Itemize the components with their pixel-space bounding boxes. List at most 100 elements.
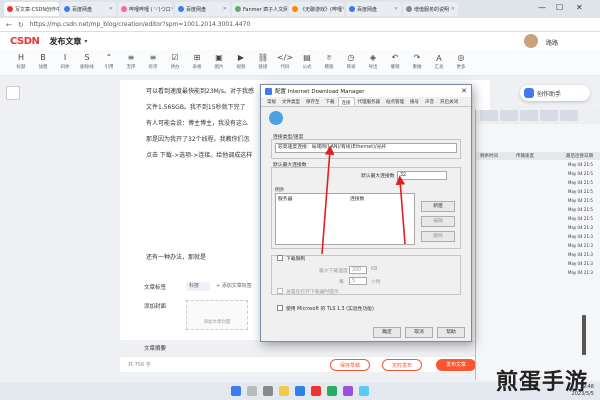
dialog-tab[interactable]: 站点管理 bbox=[383, 97, 407, 106]
minimize-icon[interactable]: — bbox=[538, 3, 546, 12]
speed-limit-checkbox[interactable] bbox=[277, 255, 283, 261]
toolbar-button[interactable]: ↶ 撤销 bbox=[384, 50, 406, 75]
toolbar-button[interactable]: ⊞ 表格 bbox=[186, 50, 208, 75]
browser-tab[interactable]: 百度网盘 ✕ bbox=[346, 2, 401, 16]
tab-close-icon[interactable]: ✕ bbox=[394, 6, 398, 12]
maximize-icon[interactable]: ☐ bbox=[556, 3, 563, 12]
app-icon[interactable] bbox=[311, 386, 321, 396]
tab-close-icon[interactable]: ✕ bbox=[171, 6, 173, 12]
tag-chip[interactable]: 科技 bbox=[186, 282, 210, 291]
toolbar-button[interactable]: H 标题 bbox=[10, 50, 32, 75]
taskview-icon[interactable] bbox=[263, 386, 273, 396]
dialog-tab[interactable]: 下载 bbox=[323, 97, 338, 106]
list-item[interactable]: May 04 21:5 bbox=[568, 180, 593, 185]
col-remaining[interactable]: 剩余时间 bbox=[480, 153, 498, 159]
close-icon[interactable]: ✕ bbox=[461, 87, 467, 95]
ok-button[interactable]: 确定 bbox=[373, 327, 401, 338]
edit-button[interactable]: 编辑 bbox=[421, 216, 455, 227]
cancel-button[interactable]: 取消 bbox=[405, 327, 433, 338]
list-item[interactable]: May 04 21:5 bbox=[568, 207, 593, 212]
browser-tab[interactable]: 百度网盘 ✕ bbox=[175, 2, 230, 16]
toolbar-button[interactable]: I 斜体 bbox=[54, 50, 76, 75]
every-input[interactable]: 5 bbox=[349, 277, 367, 285]
avatar[interactable] bbox=[524, 34, 538, 48]
toolbar-button[interactable]: ⌾ 模版 bbox=[318, 50, 340, 75]
dialog-tab[interactable]: 文件类型 bbox=[279, 97, 303, 106]
address-bar[interactable]: ← ↻ https://mp.csdn.net/mp_blog/creation… bbox=[0, 18, 600, 32]
refresh-icon[interactable]: ↻ bbox=[18, 21, 24, 29]
start-icon[interactable] bbox=[231, 386, 241, 396]
chevron-down-icon[interactable]: ▾ bbox=[84, 38, 87, 45]
toolbar-button[interactable]: ▤ 公式 bbox=[296, 50, 318, 75]
edge-icon[interactable] bbox=[295, 386, 305, 396]
list-item[interactable]: May 04 21:5 bbox=[568, 216, 593, 221]
list-item[interactable]: May 04 21:3 bbox=[568, 234, 593, 239]
toolbar-button[interactable]: ◈ 导出 bbox=[362, 50, 384, 75]
list-item[interactable]: May 04 21:5 bbox=[568, 171, 593, 176]
toolbar-button[interactable]: </> 代码 bbox=[274, 50, 296, 75]
limit-rate-input[interactable]: 200 bbox=[349, 266, 367, 274]
dialog-tab[interactable]: 保存至 bbox=[303, 97, 323, 106]
explorer-icon[interactable] bbox=[279, 386, 289, 396]
ai-helper-button[interactable]: 创作助手 bbox=[520, 85, 590, 101]
dialog-tab[interactable]: 开启关闭 bbox=[437, 97, 461, 106]
dialog-tab[interactable]: 声音 bbox=[422, 97, 437, 106]
tls-checkbox[interactable] bbox=[277, 305, 283, 311]
toolbar-button[interactable]: ▣ 图片 bbox=[208, 50, 230, 75]
idm-taskbar-icon[interactable] bbox=[327, 386, 337, 396]
toolbar-button[interactable]: ⛓ 链接 bbox=[252, 50, 274, 75]
toolbar-button[interactable]: ◷ 目录 bbox=[340, 50, 362, 75]
toolbar-button[interactable]: ☑ 待办 bbox=[164, 50, 186, 75]
list-item[interactable]: May 04 21:5 bbox=[568, 189, 593, 194]
max-conn-select[interactable]: 32 bbox=[397, 171, 447, 180]
browser-tab[interactable]: 百度网盘 ✕ bbox=[61, 2, 116, 16]
dialog-tab[interactable]: 拨号 bbox=[407, 97, 422, 106]
new-button[interactable]: 新建 bbox=[421, 201, 455, 212]
timed-publish-button[interactable]: 定时发布 bbox=[382, 359, 422, 371]
list-item[interactable]: May 04 21:3 bbox=[568, 270, 593, 275]
list-item[interactable]: May 04 21:3 bbox=[568, 243, 593, 248]
tab-close-icon[interactable]: ✕ bbox=[109, 6, 113, 12]
toolbar-button[interactable]: B 加粗 bbox=[32, 50, 54, 75]
col-last-date[interactable]: 最后连接日期 bbox=[566, 153, 593, 159]
url-text[interactable]: https://mp.csdn.net/mp_blog/creation/edi… bbox=[30, 21, 250, 28]
browser-tab[interactable]: 写文章-CSDN创作中心✕ bbox=[4, 2, 59, 16]
dialog-tab[interactable]: 代理服务器 bbox=[355, 97, 384, 106]
toolbar-button[interactable]: Ａ 汇总 bbox=[428, 50, 450, 75]
dialog-tab[interactable]: 连接 bbox=[337, 97, 355, 106]
help-button[interactable]: 帮助 bbox=[437, 327, 465, 338]
app-icon[interactable] bbox=[359, 386, 369, 396]
toolbar-button[interactable]: ↷ 重做 bbox=[406, 50, 428, 75]
username[interactable]: 路路 bbox=[546, 38, 558, 47]
scrollbar[interactable] bbox=[582, 315, 586, 355]
toolbar-button[interactable]: ≡ 无序 bbox=[120, 50, 142, 75]
browser-tab[interactable]: 哔哩哔哩 ( '-')つ口 ✕ bbox=[118, 2, 173, 16]
browser-tab[interactable]: 增值服务的说明 ✕ bbox=[403, 2, 458, 16]
sidebar-toggle-icon[interactable] bbox=[6, 86, 20, 100]
close-window-icon[interactable]: ✕ bbox=[576, 3, 583, 12]
list-item[interactable]: May 04 21:3 bbox=[568, 252, 593, 257]
back-icon[interactable]: ← bbox=[6, 21, 12, 29]
always-warn-checkbox[interactable] bbox=[277, 288, 283, 294]
csdn-logo[interactable]: CSDN bbox=[10, 36, 40, 47]
col-speed[interactable]: 传输速度 bbox=[516, 153, 534, 159]
add-cover-button[interactable]: 添加文章封面 bbox=[186, 300, 248, 330]
dialog-tab[interactable]: 常规 bbox=[264, 97, 279, 106]
tab-close-icon[interactable]: ✕ bbox=[223, 6, 227, 12]
browser-tab[interactable]: 《无聊游戏》(哔哩✕ bbox=[289, 2, 344, 16]
page-title[interactable]: 发布文章 bbox=[49, 36, 81, 47]
toolbar-button[interactable]: “ 引用 bbox=[98, 50, 120, 75]
add-tag-button[interactable]: + 添加文章标签 bbox=[216, 282, 252, 289]
publish-button[interactable]: 发布文章 bbox=[436, 359, 476, 371]
toolbar-button[interactable]: ≡ 有序 bbox=[142, 50, 164, 75]
list-item[interactable]: May 04 21:3 bbox=[568, 261, 593, 266]
list-item[interactable]: May 04 21:3 bbox=[568, 225, 593, 230]
browser-tab[interactable]: Fanmer 疯子人文网✕ bbox=[232, 2, 287, 16]
delete-button[interactable]: 删除 bbox=[421, 231, 455, 242]
list-item[interactable]: May 04 21:5 bbox=[568, 198, 593, 203]
exceptions-list[interactable]: 服务器 连接数 bbox=[275, 193, 415, 245]
save-draft-button[interactable]: 保存草稿 bbox=[330, 359, 370, 371]
tab-close-icon[interactable]: ✕ bbox=[451, 6, 455, 12]
toolbar-button[interactable]: ◎ 更多 bbox=[450, 50, 472, 75]
app-icon[interactable] bbox=[343, 386, 353, 396]
